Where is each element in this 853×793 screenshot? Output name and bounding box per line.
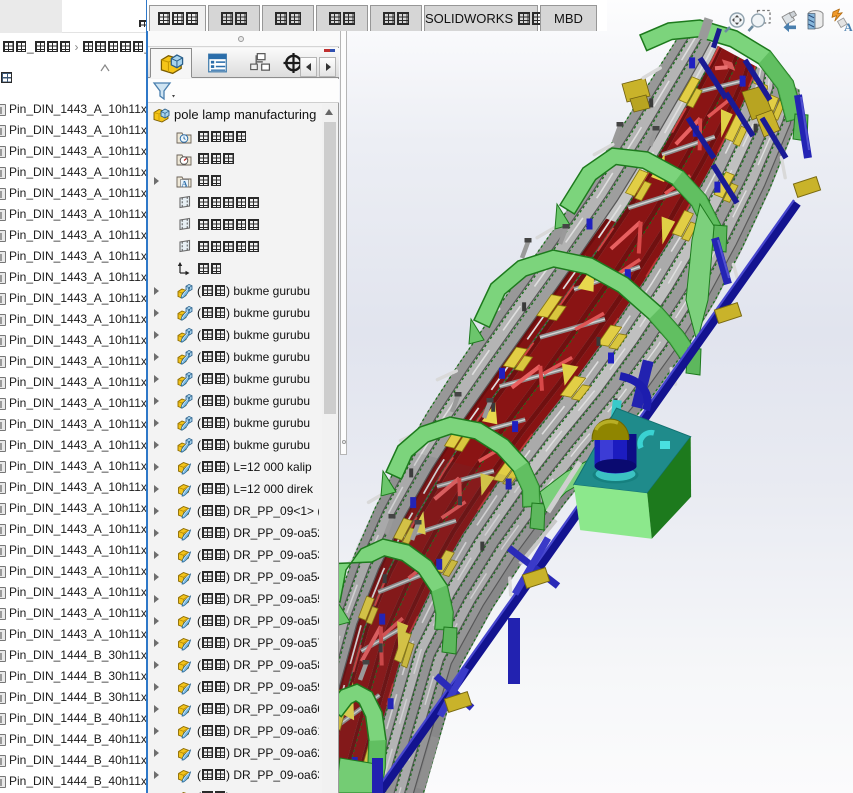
svg-text:A: A [181, 179, 188, 189]
svg-text:A: A [844, 20, 853, 34]
